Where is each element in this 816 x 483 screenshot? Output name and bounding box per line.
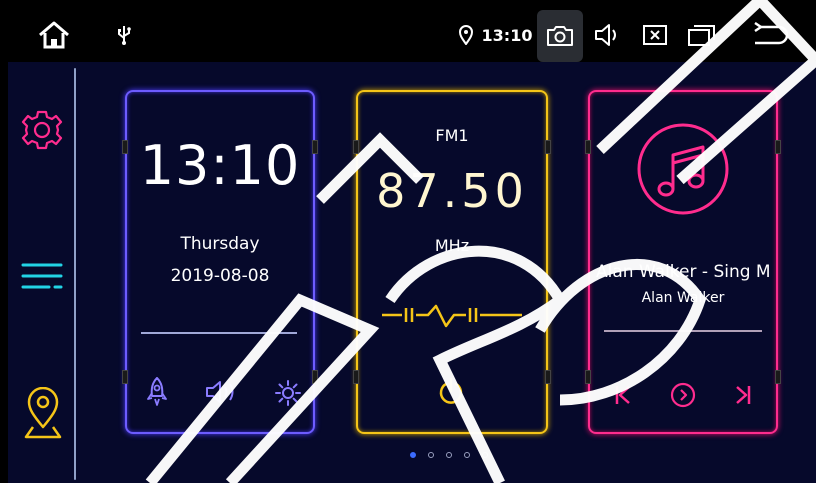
close-box-icon[interactable] [640, 22, 670, 48]
page-dot[interactable] [428, 452, 434, 458]
head-unit-screen: 13:10 13:10 Thursday 2019-08-08 FM1 87.5… [8, 8, 816, 483]
clock-divider [141, 332, 297, 334]
radio-band: FM1 [435, 126, 469, 145]
card-nub [775, 370, 781, 384]
card-nub [545, 370, 551, 384]
radio-card[interactable]: FM1 87.50 MHz [353, 90, 551, 434]
navigation-icon[interactable] [22, 386, 64, 442]
gear-icon[interactable] [20, 108, 64, 152]
camera-icon[interactable] [537, 10, 583, 62]
radio-frequency: 87.50 [376, 164, 528, 218]
menu-icon[interactable] [20, 256, 64, 296]
power-icon[interactable] [436, 376, 466, 406]
radio-unit: MHz [434, 236, 470, 255]
card-nub [122, 370, 128, 384]
status-bar: 13:10 [8, 8, 816, 62]
music-progress-bar[interactable] [604, 330, 762, 332]
card-nub [353, 370, 359, 384]
brightness-icon[interactable] [273, 378, 303, 408]
page-indicator[interactable] [410, 450, 488, 460]
status-time: 13:10 [481, 25, 533, 45]
back-icon[interactable] [750, 20, 790, 50]
music-card[interactable]: Alan Walker - Sing Me to Sleep Alan Walk… [585, 90, 781, 434]
card-nub [312, 370, 318, 384]
card-nub [775, 140, 781, 154]
music-artist: Alan Walker [641, 290, 725, 306]
play-icon[interactable] [668, 380, 698, 410]
clock-time: 13:10 [139, 134, 301, 197]
clock-card[interactable]: 13:10 Thursday 2019-08-08 [122, 90, 318, 434]
sidebar-divider [74, 68, 76, 480]
card-nub [585, 370, 591, 384]
page-dot[interactable] [482, 452, 488, 458]
home-icon[interactable] [36, 18, 72, 52]
speaker-icon[interactable] [205, 378, 241, 406]
volume-icon[interactable] [592, 20, 624, 50]
clock-day: Thursday [180, 234, 260, 254]
previous-icon[interactable] [610, 382, 636, 408]
signal-wave-icon [380, 298, 524, 332]
page-dot[interactable] [446, 452, 452, 458]
music-note-icon [628, 114, 738, 224]
usb-icon [116, 24, 132, 46]
location-pin-icon [458, 24, 474, 46]
page-dot[interactable] [410, 452, 416, 458]
clock-date: 2019-08-08 [170, 266, 270, 286]
card-nub [585, 140, 591, 154]
rocket-icon[interactable] [143, 376, 171, 408]
page-dot[interactable] [464, 452, 470, 458]
next-icon[interactable] [730, 382, 756, 408]
music-title: Alan Walker - Sing Me to Sleep [596, 262, 770, 282]
recent-apps-icon[interactable] [686, 22, 718, 48]
